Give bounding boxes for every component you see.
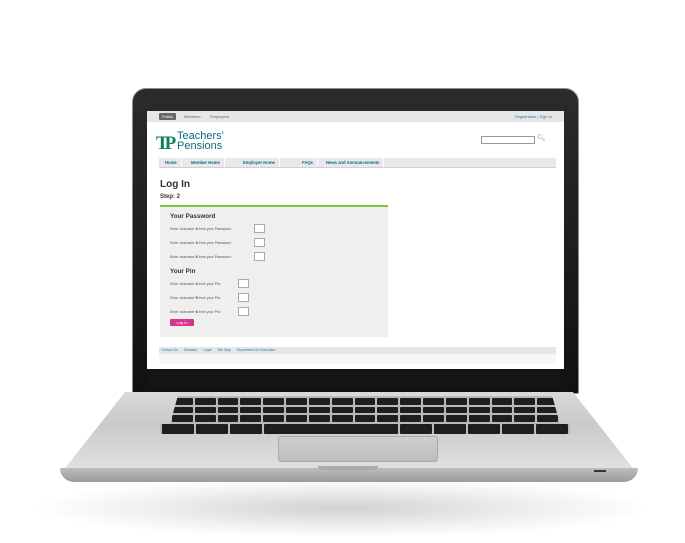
power-indicator bbox=[594, 470, 606, 472]
nav-faqs[interactable]: FAQs bbox=[298, 158, 318, 167]
page-title: Log In bbox=[160, 179, 190, 190]
pin-heading: Your Pin bbox=[170, 268, 196, 275]
pin-char-label-1: Enter character 4 from your Pin: bbox=[170, 282, 221, 286]
tab-public[interactable]: Public bbox=[159, 113, 176, 120]
password-char-label-1: Enter character 2 from your Password: bbox=[170, 227, 232, 231]
step-indicator: Step: 2 bbox=[160, 194, 181, 200]
logo-line-2: Pensions bbox=[177, 140, 223, 152]
laptop-shadow bbox=[30, 478, 655, 538]
pin-char-input-2[interactable] bbox=[238, 293, 249, 302]
logo-text[interactable]: Teachers' Pensions bbox=[177, 131, 224, 152]
search-icon[interactable]: 🔍︎ bbox=[537, 135, 546, 143]
registration-signin-links[interactable]: Registration | Sign In bbox=[515, 113, 552, 120]
login-panel: Your Password Enter character 2 from you… bbox=[160, 207, 388, 337]
password-char-input-1[interactable] bbox=[254, 224, 265, 233]
password-char-label-3: Enter character 6 from your Password: bbox=[170, 255, 232, 259]
nav-news[interactable]: News and Announcements bbox=[322, 158, 385, 167]
screen-bezel-bottom bbox=[150, 372, 561, 390]
login-button[interactable]: Log In bbox=[170, 319, 194, 326]
search-input[interactable] bbox=[481, 136, 535, 144]
footer-site-map[interactable]: Site Map bbox=[217, 348, 230, 352]
password-heading: Your Password bbox=[170, 213, 216, 220]
tab-members[interactable]: Members bbox=[181, 113, 204, 120]
trackpad bbox=[278, 436, 438, 462]
pin-char-input-1[interactable] bbox=[238, 279, 249, 288]
footer-links: Contact Us Glossary Legal Site Map Depar… bbox=[159, 347, 556, 354]
footer-legal[interactable]: Legal bbox=[203, 348, 211, 352]
logo-mark: TP bbox=[156, 133, 176, 154]
password-char-label-2: Enter character 3 from your Password: bbox=[170, 241, 232, 245]
laptop-screen: Public Members Employers Registration | … bbox=[147, 111, 564, 369]
nav-member-home[interactable]: Member Home bbox=[187, 158, 225, 167]
password-char-input-2[interactable] bbox=[254, 238, 265, 247]
pin-char-input-3[interactable] bbox=[238, 307, 249, 316]
keyboard-bottom-row bbox=[160, 424, 570, 434]
footer-dfe[interactable]: Department for Education bbox=[237, 348, 276, 352]
top-bar: Public Members Employers Registration | … bbox=[147, 111, 564, 122]
tab-employers[interactable]: Employers bbox=[207, 113, 232, 120]
footer-contact-us[interactable]: Contact Us bbox=[161, 348, 178, 352]
laptop-base-front bbox=[60, 468, 638, 482]
laptop-notch bbox=[318, 466, 378, 470]
main-nav: Home Member Home Employer Home FAQs News… bbox=[159, 158, 556, 168]
footer-band bbox=[159, 354, 556, 364]
nav-employer-home[interactable]: Employer Home bbox=[239, 158, 280, 167]
pin-char-label-3: Enter character 6 from your Pin: bbox=[170, 310, 221, 314]
nav-home[interactable]: Home bbox=[161, 158, 182, 167]
keyboard bbox=[170, 396, 560, 424]
footer-glossary[interactable]: Glossary bbox=[184, 348, 197, 352]
pin-char-label-2: Enter character 5 from your Pin: bbox=[170, 296, 221, 300]
password-char-input-3[interactable] bbox=[254, 252, 265, 261]
